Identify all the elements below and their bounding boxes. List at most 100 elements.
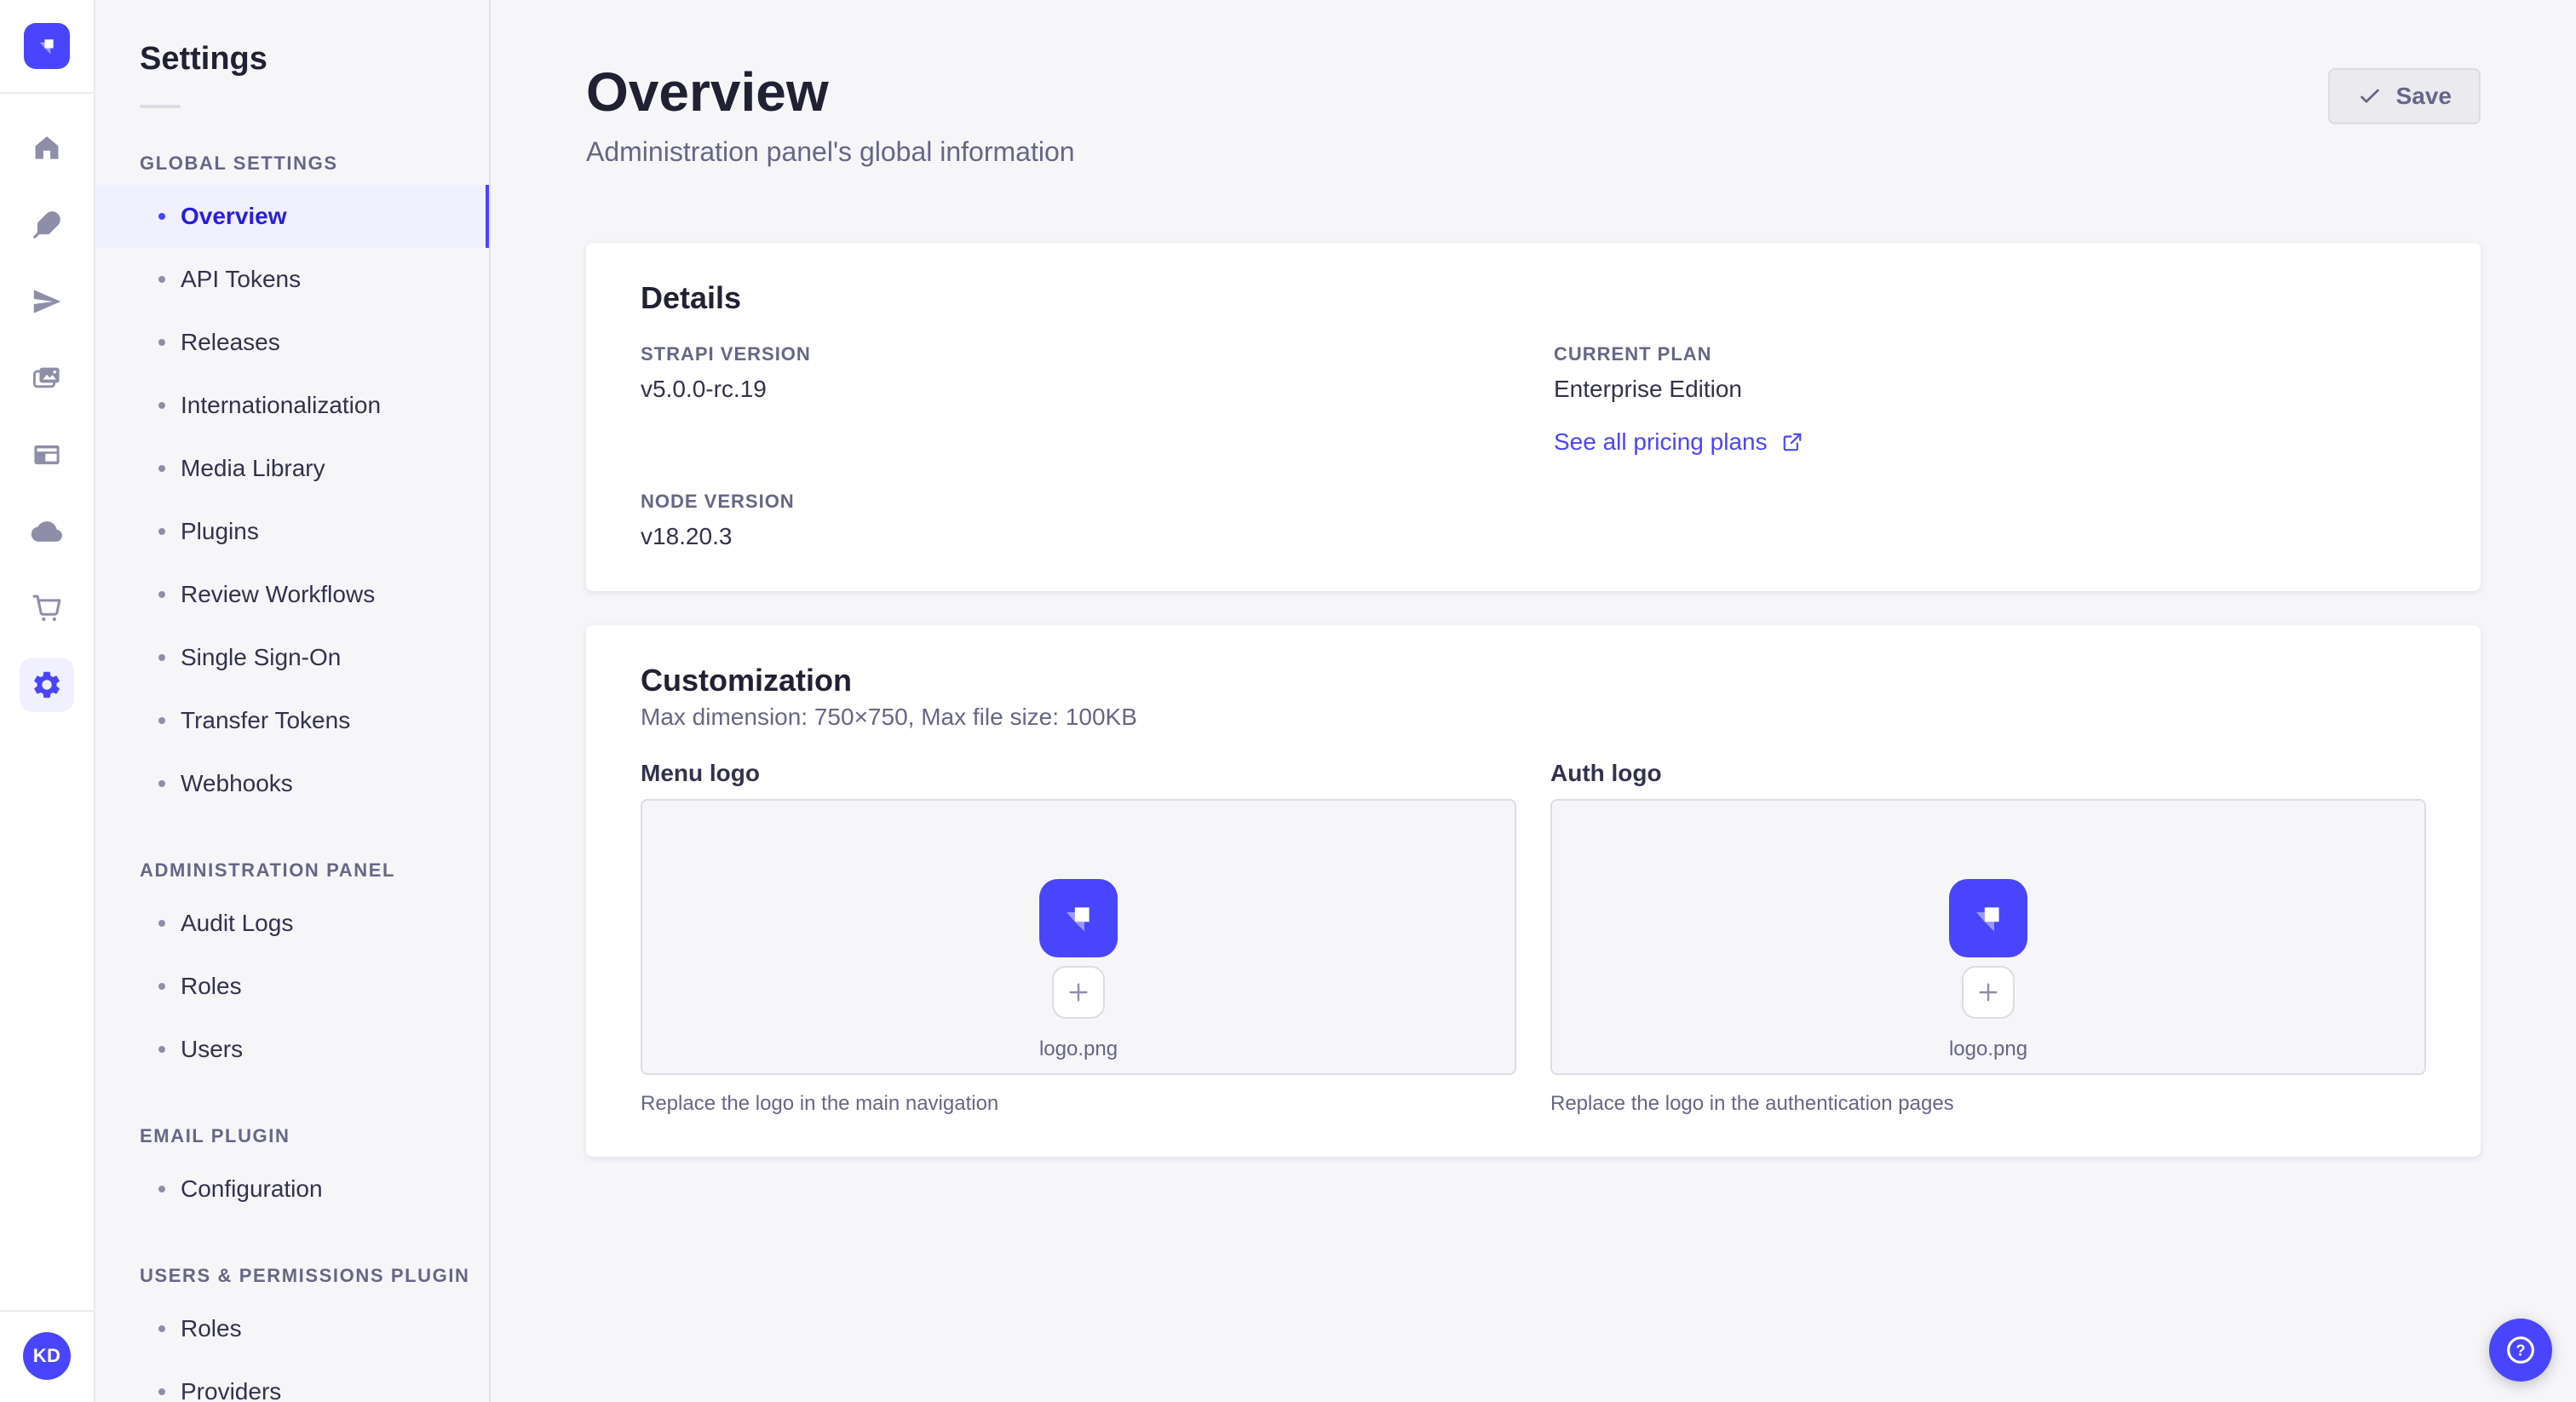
sidebar-item-providers[interactable]: Providers: [95, 1360, 489, 1402]
sidebar-item-configuration[interactable]: Configuration: [95, 1158, 489, 1221]
strapi-logo[interactable]: [24, 23, 70, 69]
page-header: Overview Administration panel's global i…: [586, 58, 2481, 168]
customization-card-title: Customization: [641, 663, 852, 698]
sidebar-item-roles[interactable]: Roles: [95, 1297, 489, 1360]
current-plan-field: CURRENT PLAN Enterprise Edition See all …: [1554, 343, 2426, 457]
sidebar-item-label: API Tokens: [181, 266, 302, 292]
logo-upload-box: logo.png: [641, 799, 1516, 1075]
node-version-field: NODE VERSION v18.20.3: [641, 491, 1513, 550]
settings-sidebar: Settings GLOBAL SETTINGS Overview API Toke…: [95, 0, 491, 1402]
details-grid: STRAPI VERSION v5.0.0-rc.19 CURRENT PLAN…: [641, 343, 2426, 550]
home-icon: [31, 132, 63, 164]
bullet-icon: [158, 213, 165, 220]
bullet-icon: [158, 1388, 165, 1395]
media-images-icon: [31, 362, 63, 394]
sidebar-item-single-sign-on[interactable]: Single Sign-On: [95, 626, 489, 689]
sidebar-item-label: Releases: [181, 329, 280, 355]
sidebar-section-title: EMAIL PLUGIN: [140, 1125, 290, 1146]
sidebar-sections: GLOBAL SETTINGS Overview API Tokens Release…: [95, 152, 489, 1402]
sidebar-item-label: Overview: [181, 203, 287, 229]
bullet-icon: [158, 528, 165, 535]
sidebar-title: Settings: [140, 41, 267, 77]
pricing-plans-link[interactable]: See all pricing plans: [1554, 428, 1803, 456]
rail-item-home[interactable]: [20, 121, 74, 175]
user-avatar[interactable]: KD: [23, 1332, 71, 1380]
sidebar-item-list: Overview API Tokens Releases Internationali…: [95, 185, 489, 815]
bullet-icon: [158, 717, 165, 724]
field-value: v5.0.0-rc.19: [641, 376, 767, 402]
rail-item-deploy[interactable]: [20, 274, 74, 329]
strapi-logo-icon: [1067, 907, 1090, 932]
rail-item-settings[interactable]: [20, 658, 74, 712]
sidebar-item-label: Single Sign-On: [181, 644, 342, 670]
sidebar-section-title: ADMINISTRATION PANEL: [140, 859, 396, 881]
bullet-icon: [158, 1325, 165, 1332]
add-logo-button[interactable]: [1052, 966, 1105, 1019]
feather-icon: [31, 209, 63, 241]
logo-preview: [1039, 879, 1118, 957]
sidebar-item-review-workflows[interactable]: Review Workflows: [95, 563, 489, 626]
sidebar-item-label: Roles: [181, 973, 242, 999]
external-link-icon: [1783, 433, 1801, 451]
help-button[interactable]: ?: [2489, 1319, 2552, 1382]
sidebar-item-users[interactable]: Users: [95, 1018, 489, 1081]
field-value: Enterprise Edition: [1554, 376, 1743, 402]
sidebar-item-overview[interactable]: Overview: [95, 185, 489, 248]
sidebar-item-list: Roles Providers: [95, 1297, 489, 1402]
sidebar-item-webhooks[interactable]: Webhooks: [95, 752, 489, 815]
layout-icon: [31, 439, 63, 471]
sidebar-item-list: Audit Logs Roles Users: [95, 892, 489, 1081]
details-grid-spacer: [1554, 491, 2426, 550]
bullet-icon: [158, 1186, 165, 1192]
bullet-icon: [158, 920, 165, 927]
save-button-label: Save: [2395, 83, 2452, 109]
sidebar-item-label: Webhooks: [181, 770, 293, 796]
field-label: NODE VERSION: [641, 491, 795, 512]
bullet-icon: [158, 983, 165, 990]
rail-item-marketplace[interactable]: [20, 581, 74, 635]
rail-item-content[interactable]: [20, 198, 74, 252]
sidebar-item-list: Configuration: [95, 1158, 489, 1221]
check-icon: [2360, 89, 2379, 103]
bullet-icon: [158, 339, 165, 346]
bullet-icon: [158, 654, 165, 661]
save-button[interactable]: Save: [2327, 68, 2481, 124]
main-nav-rail: KD: [0, 0, 95, 1402]
sidebar-item-roles[interactable]: Roles: [95, 955, 489, 1018]
bullet-icon: [158, 1046, 165, 1053]
settings-gear-icon: [31, 669, 63, 701]
page-subtitle: Administration panel's global informatio…: [586, 136, 1075, 167]
sidebar-item-transfer-tokens[interactable]: Transfer Tokens: [95, 689, 489, 752]
sidebar-item-releases[interactable]: Releases: [95, 311, 489, 374]
rail-logo-area: [0, 0, 94, 94]
strapi-logo-icon: [1976, 907, 1999, 932]
sidebar-item-label: Internationalization: [181, 392, 382, 418]
bullet-icon: [158, 465, 165, 472]
sidebar-item-plugins[interactable]: Plugins: [95, 500, 489, 563]
sidebar-item-media-library[interactable]: Media Library: [95, 437, 489, 500]
auth-logo-uploader: Auth logo logo.png Replace the logo in t…: [1550, 760, 2426, 1116]
paper-plane-icon: [31, 285, 63, 318]
app-root: KD Settings GLOBAL SETTINGS Overview API T…: [0, 0, 2576, 1402]
sidebar-item-audit-logs[interactable]: Audit Logs: [95, 892, 489, 955]
bullet-icon: [158, 591, 165, 598]
rail-item-media[interactable]: [20, 351, 74, 405]
rail-icon-nav: [20, 121, 74, 712]
sidebar-item-api-tokens[interactable]: API Tokens: [95, 248, 489, 311]
pricing-plans-link-label: See all pricing plans: [1554, 428, 1768, 455]
logo-preview: [1949, 879, 2027, 957]
sidebar-section-title: USERS & PERMISSIONS PLUGIN: [140, 1265, 470, 1286]
sidebar-item-label: Plugins: [181, 518, 259, 544]
field-label: CURRENT PLAN: [1554, 343, 1712, 365]
sidebar-item-label: Audit Logs: [181, 910, 294, 936]
field-label: STRAPI VERSION: [641, 343, 811, 365]
sidebar-item-label: Roles: [181, 1315, 242, 1342]
strapi-logo-icon: [39, 39, 54, 55]
rail-item-layout[interactable]: [20, 428, 74, 482]
sidebar-item-label: Configuration: [181, 1175, 323, 1202]
bullet-icon: [158, 276, 165, 283]
logo-filename: logo.png: [1948, 1037, 2028, 1060]
sidebar-item-internationalization[interactable]: Internationalization: [95, 374, 489, 437]
rail-item-cloud[interactable]: [20, 504, 74, 559]
add-logo-button[interactable]: [1962, 966, 2015, 1019]
